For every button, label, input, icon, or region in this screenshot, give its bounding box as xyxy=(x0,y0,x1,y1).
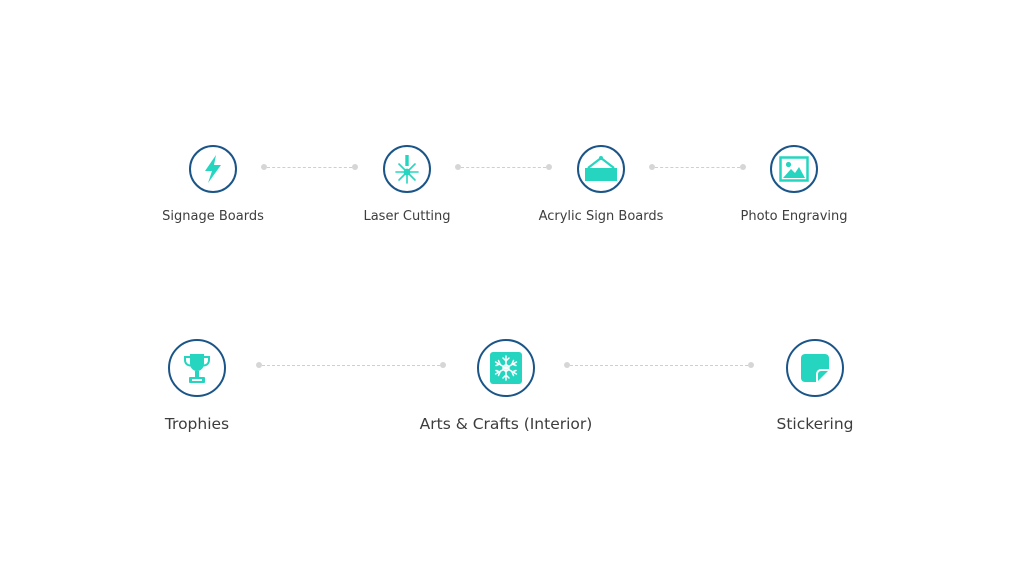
service-label: Laser Cutting xyxy=(363,209,451,224)
connector-line xyxy=(262,365,440,366)
trophy-icon xyxy=(184,354,210,383)
sticker-icon xyxy=(801,354,829,382)
snowflake-icon xyxy=(490,352,522,384)
service-signage-boards[interactable] xyxy=(189,145,237,193)
service-label: Signage Boards xyxy=(162,209,264,224)
service-arts-crafts[interactable] xyxy=(477,339,535,397)
service-laser-cutting[interactable] xyxy=(383,145,431,193)
service-stickering[interactable] xyxy=(786,339,844,397)
laser-icon xyxy=(395,155,419,184)
service-label: Photo Engraving xyxy=(740,209,848,224)
connector-line xyxy=(570,365,748,366)
connector-dot xyxy=(440,362,446,368)
service-label: Acrylic Sign Boards xyxy=(538,209,664,224)
picture-frame-icon xyxy=(779,156,809,182)
connector-line xyxy=(461,167,546,168)
service-label: Trophies xyxy=(164,415,230,433)
connector-line xyxy=(267,167,352,168)
lightning-icon xyxy=(205,155,221,183)
service-label: Stickering xyxy=(776,415,854,433)
connector-dot xyxy=(546,164,552,170)
service-label: Arts & Crafts (Interior) xyxy=(419,415,593,433)
hanging-sign-icon xyxy=(585,156,617,181)
connector-dot xyxy=(748,362,754,368)
service-acrylic-sign-boards[interactable] xyxy=(577,145,625,193)
service-photo-engraving[interactable] xyxy=(770,145,818,193)
connector-dot xyxy=(740,164,746,170)
connector-dot xyxy=(352,164,358,170)
connector-line xyxy=(655,167,740,168)
service-trophies[interactable] xyxy=(168,339,226,397)
